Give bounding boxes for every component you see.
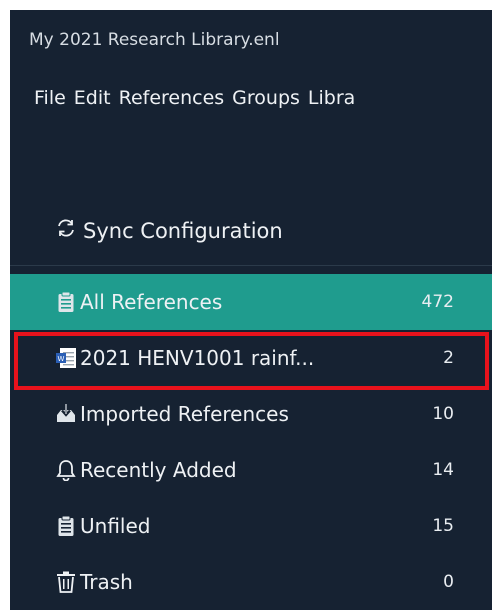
divider — [10, 265, 492, 266]
menu-edit[interactable]: Edit — [74, 87, 111, 109]
sync-icon — [55, 217, 77, 244]
menu-groups[interactable]: Groups — [232, 87, 300, 109]
group-2021-henv1001[interactable]: W 2021 HENV1001 rainf... 2 — [10, 330, 492, 386]
menu-file[interactable]: File — [34, 87, 66, 109]
menu-references[interactable]: References — [119, 87, 225, 109]
endnote-window: My 2021 Research Library.enl File Edit R… — [10, 10, 492, 610]
svg-text:W: W — [58, 355, 65, 363]
sync-configuration-button[interactable]: Sync Configuration — [55, 217, 283, 244]
group-trash[interactable]: Trash 0 — [10, 554, 492, 610]
group-count: 472 — [421, 292, 454, 312]
group-label: Recently Added — [80, 458, 237, 482]
groups-list: All References 472 W 2021 HENV1001 rainf… — [10, 274, 492, 610]
sync-label: Sync Configuration — [83, 218, 283, 243]
group-label: All References — [80, 290, 223, 314]
group-unfiled[interactable]: Unfiled 15 — [10, 498, 492, 554]
word-document-icon: W — [55, 347, 77, 369]
group-label: Unfiled — [80, 514, 151, 538]
import-tray-icon — [55, 403, 77, 425]
menu-library[interactable]: Libra — [308, 87, 355, 109]
group-count: 2 — [443, 348, 454, 368]
clipboard-icon — [55, 291, 77, 313]
clipboard-icon — [55, 515, 77, 537]
group-count: 15 — [432, 516, 454, 536]
group-count: 10 — [432, 404, 454, 424]
bell-icon — [55, 459, 77, 481]
group-label: Imported References — [80, 402, 289, 426]
group-label: 2021 HENV1001 rainf... — [80, 346, 315, 370]
group-all-references[interactable]: All References 472 — [10, 274, 492, 330]
group-count: 14 — [432, 460, 454, 480]
group-recently-added[interactable]: Recently Added 14 — [10, 442, 492, 498]
trash-icon — [55, 571, 77, 593]
group-imported-references[interactable]: Imported References 10 — [10, 386, 492, 442]
group-label: Trash — [80, 570, 133, 594]
group-count: 0 — [443, 572, 454, 592]
menu-bar: File Edit References Groups Libra — [34, 87, 355, 109]
window-title: My 2021 Research Library.enl — [29, 30, 280, 50]
